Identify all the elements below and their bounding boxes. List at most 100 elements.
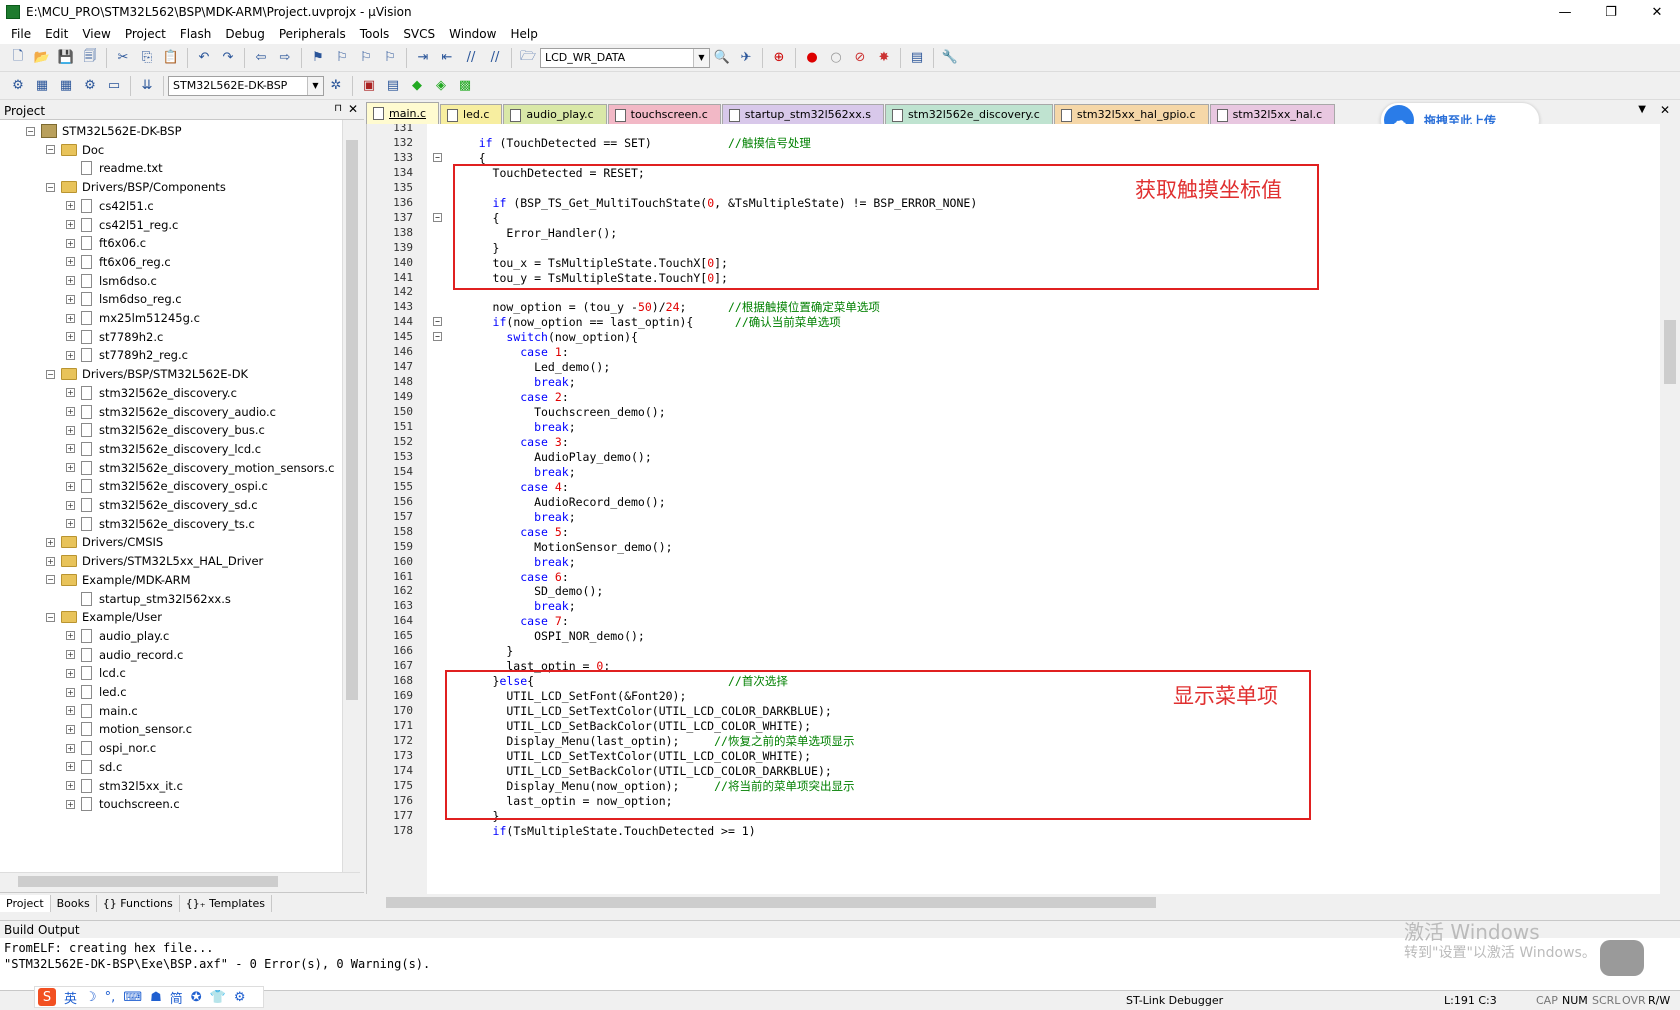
tree-item[interactable]: − Drivers/BSP/Components [46,177,226,197]
expand-icon[interactable]: + [66,407,75,416]
menu-peripherals[interactable]: Peripherals [272,27,353,41]
batch-build-icon[interactable]: ⚙ [80,76,100,96]
save-icon[interactable]: 💾 [56,48,76,68]
unindent-icon[interactable]: ⇤ [437,48,457,68]
tree-item[interactable]: readme.txt [66,158,163,178]
tree-item[interactable]: + stm32l562e_discovery_audio.c [66,402,276,422]
breakpoint-insert-icon[interactable]: ● [802,48,822,68]
code-line[interactable]: 157 break; [367,509,1657,525]
debug-session-icon[interactable]: ⊕ [769,48,789,68]
menu-file[interactable]: File [4,27,38,41]
tree-item[interactable]: + mx25lm51245g.c [66,308,200,328]
collapse-icon[interactable]: − [46,369,55,379]
editor-tab[interactable]: stm32l5xx_hal_gpio.c [1053,104,1209,124]
tree-item[interactable]: + stm32l562e_discovery_ts.c [66,514,255,534]
expand-icon[interactable]: + [66,220,75,229]
tree-vertical-scrollbar[interactable] [342,120,360,872]
code-line[interactable]: 152 case 3: [367,434,1657,450]
collapse-icon[interactable]: − [26,126,35,136]
translate-icon[interactable]: ⚙ [8,76,28,96]
expand-icon[interactable]: + [66,444,75,454]
expand-icon[interactable]: + [66,650,75,660]
rebuild-icon[interactable]: ▦ [56,76,76,96]
restore-button[interactable]: ❐ [1588,0,1634,24]
chevron-down-icon[interactable]: ▼ [693,48,709,67]
code-line[interactable]: 165 OSPI_NOR_demo(); [367,628,1657,644]
expand-icon[interactable]: + [66,294,75,304]
tree-item[interactable]: − Drivers/BSP/STM32L562E-DK [46,364,248,384]
indent-icon[interactable]: ⇥ [413,48,433,68]
save-all-icon[interactable]: 🗐 [80,48,100,68]
close-icon[interactable]: ✕ [348,102,358,116]
code-line[interactable]: 147 Led_demo(); [367,359,1657,375]
menu-flash[interactable]: Flash [173,27,218,41]
expand-icon[interactable]: + [66,706,75,716]
configure-icon[interactable]: 🔧 [940,48,960,68]
close-button[interactable]: ✕ [1634,0,1680,24]
tree-item[interactable]: + stm32l562e_discovery_ospi.c [66,476,268,496]
tree-item[interactable]: + stm32l5xx_it.c [66,776,183,796]
ime-button[interactable]: °, [105,990,116,1005]
tree-item[interactable]: + stm32l562e_discovery_motion_sensors.c [66,458,334,478]
tree-item[interactable]: + sd.c [66,757,122,777]
manage-components-icon[interactable]: ▣ [359,76,379,96]
code-line[interactable]: 143 now_option = (tou_y -50)/24; //根据触摸位… [367,299,1657,315]
code-line[interactable]: 166 } [367,643,1657,659]
ime-button[interactable]: 英 [64,988,77,1007]
code-line[interactable]: 150 Touchscreen_demo(); [367,404,1657,420]
expand-icon[interactable]: + [66,425,75,435]
bookmark-clear-icon[interactable]: ⚐ [380,48,400,68]
tree-item[interactable]: + cs42l51.c [66,196,154,216]
find-icon[interactable]: 🔍 [712,48,732,68]
editor-tab[interactable]: stm32l5xx_hal.c [1209,104,1336,124]
code-line[interactable]: 161 case 6: [367,569,1657,585]
code-line[interactable]: 162 SD_demo(); [367,583,1657,599]
comment-icon[interactable]: // [461,48,481,68]
tree-horizontal-scrollbar[interactable] [0,872,360,889]
tree-item[interactable]: − STM32L562E-DK-BSP [26,121,182,141]
target-combo[interactable]: STM32L562E-DK-BSP ▼ [168,75,324,96]
tree-item[interactable]: + main.c [66,701,138,721]
run-time-environment-icon[interactable]: ▩ [455,76,475,96]
code-line[interactable]: 159 MotionSensor_demo(); [367,539,1657,555]
code-line[interactable]: 178 if(TsMultipleState.TouchDetected >= … [367,823,1657,839]
code-line[interactable]: 154 break; [367,464,1657,480]
tree-item[interactable]: − Doc [46,140,104,160]
expand-icon[interactable]: + [66,781,75,790]
fold-icon[interactable]: − [433,317,442,327]
ime-button[interactable]: 👕 [210,990,226,1005]
tree-item[interactable]: + stm32l562e_discovery.c [66,383,237,403]
code-line[interactable]: 156 AudioRecord_demo(); [367,494,1657,510]
expand-icon[interactable]: + [66,463,75,473]
code-line[interactable]: 146 case 1: [367,344,1657,360]
collapse-icon[interactable]: − [46,145,55,155]
tree-item[interactable]: + led.c [66,682,127,702]
expand-icon[interactable]: + [66,238,75,248]
panel-tab-2[interactable]: {} Functions [97,895,180,912]
menu-project[interactable]: Project [118,27,173,41]
pin-icon[interactable]: ⊓ [334,103,342,114]
tree-item[interactable]: + st7789h2_reg.c [66,345,188,365]
tree-item[interactable]: + lcd.c [66,663,126,683]
code-line[interactable]: 151 break; [367,419,1657,435]
breakpoint-kill-all-icon[interactable]: ✸ [874,48,894,68]
ime-button[interactable]: ⌨ [123,990,142,1005]
editor-tab[interactable]: startup_stm32l562xx.s [721,104,884,124]
editor-tab[interactable]: stm32l562e_discovery.c [884,104,1053,124]
tree-item[interactable]: startup_stm32l562xx.s [66,589,231,609]
expand-icon[interactable]: + [66,201,75,211]
fold-icon[interactable]: − [433,212,442,222]
pack-installer-icon[interactable]: ◈ [431,76,451,96]
code-line[interactable]: 145 − switch(now_option){ [367,329,1657,345]
panel-tab-1[interactable]: Books [51,895,97,912]
tree-item[interactable]: + Drivers/CMSIS [46,532,163,552]
minimize-button[interactable]: — [1542,0,1588,24]
expand-icon[interactable]: + [66,481,75,491]
redo-icon[interactable]: ↷ [218,48,238,68]
collapse-icon[interactable]: − [46,182,55,192]
panel-tab-0[interactable]: Project [0,895,51,912]
breakpoint-disable-all-icon[interactable]: ⊘ [850,48,870,68]
tree-item[interactable]: + lsm6dso.c [66,271,157,291]
editor-tab[interactable]: main.c [366,102,440,124]
code-line[interactable]: 155 case 4: [367,479,1657,495]
